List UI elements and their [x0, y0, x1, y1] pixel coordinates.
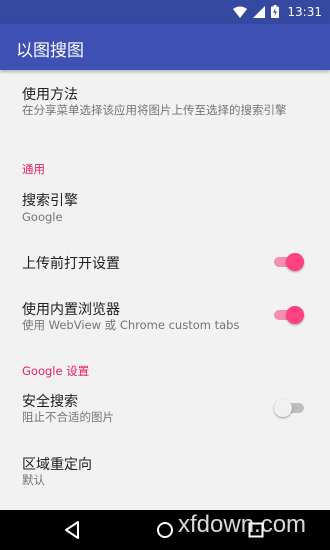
battery-charging-icon — [271, 3, 280, 22]
pref-builtin-browser-summary: 使用 WebView 或 Chrome custom tabs — [22, 318, 240, 332]
pref-usage[interactable]: 使用方法 在分享菜单选择该应用将图片上传至选择的搜索引擎 — [0, 70, 330, 142]
switch-thumb — [286, 306, 304, 324]
builtin-browser-switch[interactable] — [274, 304, 304, 326]
pref-usage-title: 使用方法 — [22, 87, 78, 103]
pref-safe-search-title: 安全搜索 — [22, 394, 78, 410]
pref-open-settings-title: 上传前打开设置 — [22, 256, 120, 272]
pref-usage-summary: 在分享菜单选择该应用将图片上传至选择的搜索引擎 — [22, 103, 287, 117]
status-bar: 13:31 — [0, 0, 330, 24]
pref-search-engine[interactable]: 搜索引擎 Google — [0, 180, 330, 232]
status-icons: 13:31 — [233, 4, 322, 20]
pref-search-engine-title: 搜索引擎 — [22, 193, 78, 209]
safe-search-switch[interactable] — [274, 397, 304, 419]
app-title: 以图搜图 — [16, 41, 84, 61]
pref-open-settings[interactable]: 上传前打开设置 — [0, 240, 330, 282]
home-icon[interactable] — [155, 520, 175, 540]
signal-icon — [253, 3, 266, 22]
pref-safe-search-summary: 阻止不合适的图片 — [22, 410, 114, 424]
category-google: Google 设置 — [22, 364, 90, 378]
settings-list: 使用方法 在分享菜单选择该应用将图片上传至选择的搜索引擎 通用 搜索引擎 Goo… — [0, 70, 330, 510]
pref-region-redirect-title: 区域重定向 — [22, 457, 92, 473]
pref-safe-search[interactable]: 安全搜索 阻止不合适的图片 — [0, 382, 330, 434]
watermark: xfdown.com — [178, 511, 307, 538]
switch-thumb — [286, 253, 304, 271]
pref-region-redirect-summary: 默认 — [22, 473, 45, 487]
switch-thumb — [274, 399, 292, 417]
pref-builtin-browser-title: 使用内置浏览器 — [22, 302, 120, 318]
wifi-icon — [233, 3, 248, 22]
app-bar: 以图搜图 — [0, 24, 330, 70]
open-settings-switch[interactable] — [274, 251, 304, 273]
pref-builtin-browser[interactable]: 使用内置浏览器 使用 WebView 或 Chrome custom tabs — [0, 290, 330, 342]
back-icon[interactable] — [62, 520, 82, 540]
pref-region-redirect[interactable]: 区域重定向 默认 — [0, 446, 330, 500]
status-time: 13:31 — [287, 5, 322, 19]
category-general: 通用 — [22, 162, 45, 176]
pref-search-engine-summary: Google — [22, 210, 63, 224]
